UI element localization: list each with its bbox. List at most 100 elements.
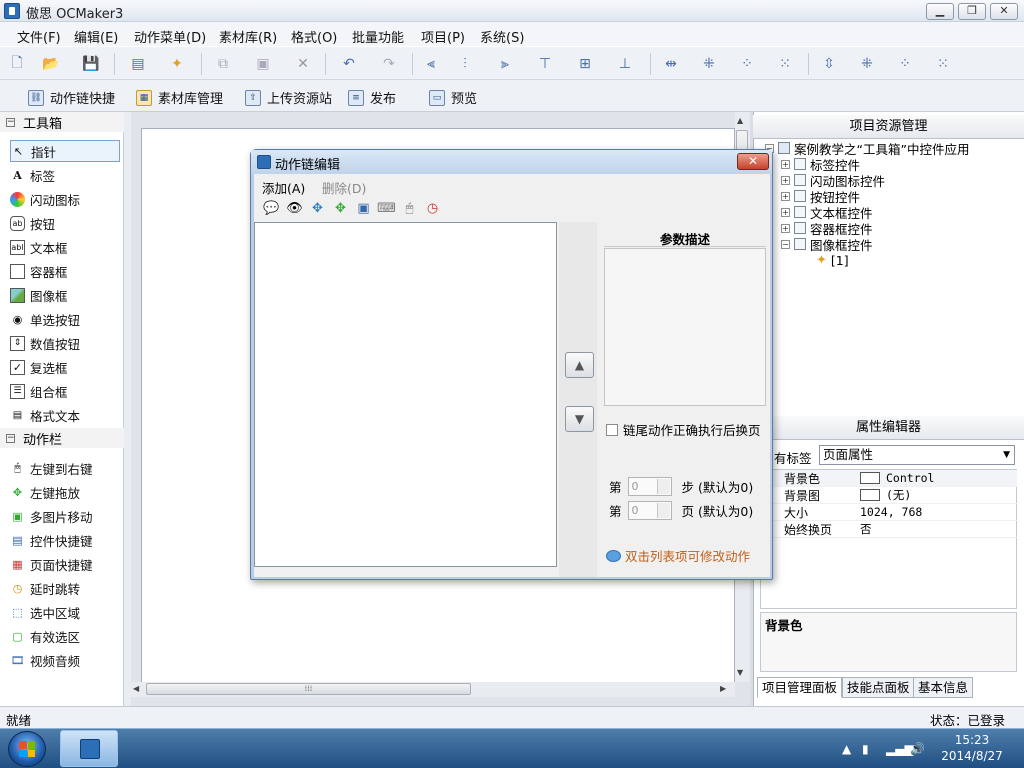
tool-button[interactable]: ab 按钮 <box>10 212 120 234</box>
step-spinner[interactable]: 0 <box>627 477 672 496</box>
mouse-icon[interactable]: 🖱 <box>401 200 418 217</box>
page-turn-checkbox-row[interactable]: 链尾动作正确执行后换页 <box>606 420 761 439</box>
h-spacing-inc-icon[interactable]: ⁘ <box>738 55 756 73</box>
align-left-icon[interactable]: ⫷ <box>422 55 440 73</box>
tree-leaf[interactable]: ✦ [1] <box>816 252 849 268</box>
tool-richtext[interactable]: ▤ 格式文本 <box>10 404 120 426</box>
tool-image[interactable]: 图像框 <box>10 284 120 306</box>
action-page-shortcut[interactable]: ▦ 页面快捷键 <box>10 553 120 575</box>
h-spacing-dec-icon[interactable]: ⁙ <box>776 55 794 73</box>
dialog-close-button[interactable]: ✕ <box>737 153 769 170</box>
tab-skill-panel[interactable]: 技能点面板 <box>842 677 915 698</box>
restore-button[interactable]: ❐ <box>958 3 986 20</box>
scroll-left-icon[interactable]: ◀ <box>133 684 139 693</box>
show-hidden-icons[interactable]: ▲ <box>842 742 851 756</box>
tool-pointer[interactable]: ↖ 指针 <box>10 140 120 162</box>
property-row[interactable]: 背景色 Control <box>760 470 1017 487</box>
workspace-horizontal-scrollbar[interactable]: ◀ ⁞⁞⁞ ▶ <box>131 682 735 697</box>
upload-button[interactable]: ⇧ 上传资源站 <box>245 88 332 107</box>
menu-action[interactable]: 动作菜单(D) <box>134 27 206 46</box>
property-row[interactable]: 背景图 (无) <box>760 487 1017 504</box>
action-chain-shortcut-button[interactable]: ⛓ 动作链快捷 <box>28 88 115 107</box>
tool-radio[interactable]: ◉ 单选按钮 <box>10 308 120 330</box>
action-list[interactable] <box>254 222 557 567</box>
puzzle-icon[interactable]: ✦ <box>168 55 186 73</box>
tool-textbox[interactable]: abl 文本框 <box>10 236 120 258</box>
menu-system[interactable]: 系统(S) <box>480 27 524 46</box>
page-spinner[interactable]: 0 <box>627 501 672 520</box>
save-icon[interactable]: 💾 <box>82 55 100 73</box>
new-file-icon[interactable]: 🗋 <box>8 55 26 73</box>
tree-root[interactable]: − 案例教学之“工具箱”中控件应用 <box>765 140 969 157</box>
align-center-icon[interactable]: ⫶ <box>456 55 474 73</box>
action-select-region[interactable]: ⬚ 选中区域 <box>10 601 120 623</box>
align-bottom-icon[interactable]: ⊥ <box>616 55 634 73</box>
action-valid-region[interactable]: ▢ 有效选区 <box>10 625 120 647</box>
property-row[interactable]: 大小 1024, 768 <box>760 504 1017 521</box>
menu-add[interactable]: 添加(A) <box>262 178 305 197</box>
tab-basic-info[interactable]: 基本信息 <box>913 677 974 698</box>
property-object-select[interactable]: 页面属性 ▼ <box>819 445 1015 465</box>
close-button[interactable]: ✕ <box>990 3 1018 20</box>
move-down-button[interactable]: ▼ <box>565 406 594 432</box>
undo-icon[interactable]: ↶ <box>340 55 358 73</box>
publish-button[interactable]: ≡ 发布 <box>348 88 396 107</box>
tool-combobox[interactable]: ☰ 组合框 <box>10 380 120 402</box>
page-icon[interactable]: ▤ <box>129 55 147 73</box>
action-left-to-right[interactable]: 🖱 左键到右键 <box>10 457 120 479</box>
action-delay-jump[interactable]: ◷ 延时跳转 <box>10 577 120 599</box>
tree-item[interactable]: − 图像框控件 <box>781 236 873 253</box>
speech-bubble-icon[interactable]: 💬 <box>263 200 280 217</box>
toolbox-section-header[interactable]: − 工具箱 <box>0 112 124 132</box>
tab-project-panel[interactable]: 项目管理面板 <box>757 677 843 698</box>
move-up-button[interactable]: ▲ <box>565 352 594 378</box>
keyboard-icon[interactable]: ⌨ <box>377 200 396 217</box>
v-spacing-dec-icon[interactable]: ⁙ <box>934 55 952 73</box>
menu-format[interactable]: 格式(O) <box>291 27 337 46</box>
action-left-drag[interactable]: ✥ 左键拖放 <box>10 481 120 503</box>
taskbar-app-ocmaker[interactable] <box>60 730 118 767</box>
timer-icon[interactable]: ◷ <box>424 200 441 217</box>
align-middle-icon[interactable]: ⊞ <box>576 55 594 73</box>
redo-icon[interactable]: ↷ <box>380 55 398 73</box>
v-spacing-inc-icon[interactable]: ⁘ <box>896 55 914 73</box>
menu-batch[interactable]: 批量功能 <box>352 27 404 46</box>
action-section-header[interactable]: − 动作栏 <box>0 428 124 448</box>
menu-edit[interactable]: 编辑(E) <box>74 27 118 46</box>
action-control-shortcut[interactable]: ▤ 控件快捷键 <box>10 529 120 551</box>
tool-checkbox[interactable]: ✓ 复选框 <box>10 356 120 378</box>
preview-button[interactable]: ▭ 预览 <box>429 88 477 107</box>
volume-icon[interactable]: 🔊 <box>910 742 925 756</box>
action-video-audio[interactable]: 🎞 视频音频 <box>10 649 120 671</box>
menu-resource[interactable]: 素材库(R) <box>219 27 277 46</box>
tool-container[interactable]: 容器框 <box>10 260 120 282</box>
tool-numeric[interactable]: ⇕ 数值按钮 <box>10 332 120 354</box>
copy-icon[interactable]: ⧉ <box>214 55 232 73</box>
resource-manager-button[interactable]: ▦ 素材库管理 <box>136 88 223 107</box>
drag-icon[interactable]: ✥ <box>332 200 349 217</box>
menu-project[interactable]: 项目(P) <box>421 27 465 46</box>
eye-icon[interactable]: 👁 <box>286 200 303 217</box>
menu-delete[interactable]: 删除(D) <box>322 178 366 197</box>
align-top-icon[interactable]: ⊤ <box>536 55 554 73</box>
action-multi-image-move[interactable]: ▣ 多图片移动 <box>10 505 120 527</box>
same-height-icon[interactable]: ⇳ <box>820 55 838 73</box>
scroll-down-icon[interactable]: ▼ <box>737 668 743 677</box>
move-icon[interactable]: ✥ <box>309 200 326 217</box>
minimize-button[interactable]: ▁ <box>926 3 954 20</box>
property-row[interactable]: 始终换页 否 <box>760 521 1017 538</box>
tool-label-control[interactable]: A 标签 <box>10 164 120 186</box>
delete-icon[interactable]: ✕ <box>294 55 312 73</box>
start-button[interactable] <box>8 731 46 767</box>
align-right-icon[interactable]: ⫸ <box>496 55 514 73</box>
v-spacing-icon[interactable]: ⁜ <box>858 55 876 73</box>
scroll-right-icon[interactable]: ▶ <box>720 684 726 693</box>
scroll-up-icon[interactable]: ▲ <box>737 116 743 125</box>
open-folder-icon[interactable]: 📂 <box>42 55 60 73</box>
horizontal-scroll-thumb[interactable]: ⁞⁞⁞ <box>146 683 471 695</box>
window-icon[interactable]: ▣ <box>355 200 372 217</box>
h-spacing-icon[interactable]: ⁜ <box>700 55 718 73</box>
tool-flash-icon[interactable]: 闪动图标 <box>10 188 120 210</box>
menu-file[interactable]: 文件(F) <box>17 27 61 46</box>
toolbox-scrollbar[interactable] <box>124 112 131 706</box>
